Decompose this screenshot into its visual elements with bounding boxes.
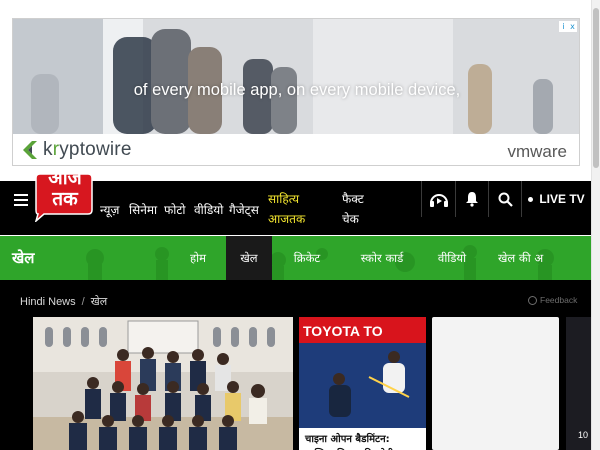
tab-more-sports[interactable]: खेल की अ — [486, 236, 550, 280]
bell-icon — [466, 192, 478, 207]
ad-close-icon[interactable]: x — [568, 21, 577, 32]
nav-photo[interactable]: फोटो — [164, 201, 186, 218]
ad-info-icon[interactable]: i — [559, 21, 568, 32]
tab-home[interactable]: होम — [170, 236, 226, 280]
logo-text: आज तक — [48, 167, 82, 210]
story-card-partial-number: 10 — [578, 430, 589, 440]
nav-news[interactable]: न्यूज़ — [100, 201, 119, 218]
nav-sahitya-line2[interactable]: आजतक — [268, 210, 305, 227]
kryptowire-mark-icon — [23, 141, 37, 159]
adchoices-badge[interactable]: i x — [559, 21, 577, 32]
tab-cricket[interactable]: क्रिकेट — [272, 236, 342, 280]
nav-sahitya-line1[interactable]: साहित्य — [268, 190, 299, 207]
badminton-photo-image: TOYOTA TO — [299, 317, 426, 450]
podcast-button[interactable] — [421, 181, 455, 217]
menu-icon[interactable] — [14, 194, 28, 206]
story-card-badminton[interactable]: TOYOTA TO — [299, 317, 426, 450]
story-card-placeholder[interactable] — [432, 317, 559, 450]
page: { "ad": { "headline": "of every mobile a… — [0, 0, 600, 450]
vertical-scrollbar[interactable] — [591, 0, 600, 450]
nav-gadgets[interactable]: गैजेट्स — [229, 201, 259, 218]
story-card-team-photo[interactable] — [33, 317, 293, 450]
nav-factcheck-line2[interactable]: चेक — [342, 210, 359, 227]
nav-factcheck-line1[interactable]: फैक्ट — [342, 190, 364, 207]
nav-cinema[interactable]: सिनेमा — [129, 201, 157, 218]
feedback-button[interactable]: Feedback — [528, 295, 577, 305]
kryptowire-logo: kryptowire — [23, 139, 132, 161]
breadcrumb-current: खेल — [90, 296, 108, 308]
tab-sports[interactable]: खेल — [226, 236, 272, 280]
breadcrumb: Hindi News / खेल — [20, 294, 107, 309]
breadcrumb-home-link[interactable]: Hindi News — [20, 296, 76, 308]
svg-text:TOYOTA TO: TOYOTA TO — [303, 323, 383, 339]
team-photo-image — [33, 317, 293, 450]
section-title: खेल — [12, 249, 35, 267]
feedback-icon — [528, 295, 537, 305]
vmware-logo: vmware — [507, 142, 567, 161]
podcast-icon — [429, 194, 448, 207]
ad-photo — [13, 19, 579, 134]
notification-button[interactable] — [455, 181, 488, 217]
ad-headline: of every mobile app, on every mobile dev… — [133, 81, 461, 99]
badminton-headline[interactable]: चाइना ओपन बैडमिंटन: सात्विक-चिराग की जोड… — [305, 432, 423, 450]
breadcrumb-separator: / — [81, 296, 85, 308]
advertisement-banner[interactable]: of every mobile app, on every mobile dev… — [12, 18, 580, 166]
live-tv-label: LIVE TV — [539, 192, 585, 206]
nav-video[interactable]: वीडियो — [194, 201, 223, 218]
search-button[interactable] — [488, 181, 521, 217]
scrollbar-thumb[interactable] — [593, 8, 599, 168]
search-icon — [498, 192, 513, 207]
feedback-label: Feedback — [540, 295, 578, 305]
live-tv-button[interactable]: LIVE TV — [521, 181, 591, 217]
tab-video[interactable]: वीडियो — [422, 236, 482, 280]
tab-scorecard[interactable]: स्कोर कार्ड — [342, 236, 422, 280]
live-dot-icon — [528, 196, 534, 202]
